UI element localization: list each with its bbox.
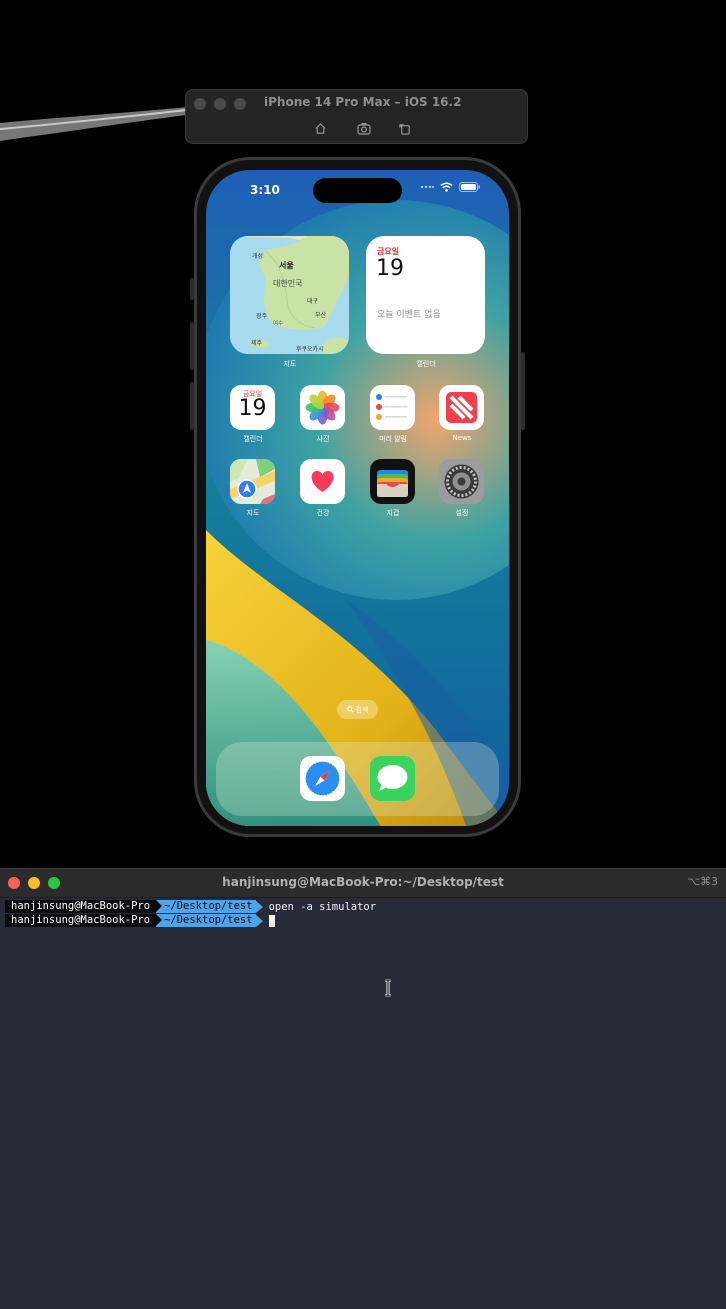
map-place-label: 부산: [315, 312, 327, 319]
search-icon: [346, 706, 354, 713]
terminal-title-bar: hanjinsung@MacBook-Pro:~/Desktop/test ⌥⌘…: [0, 869, 726, 898]
calendar-app-date: 19: [238, 396, 267, 421]
battery-icon: [459, 182, 480, 192]
app-label: 건강: [316, 509, 330, 517]
news-app-icon[interactable]: [439, 385, 484, 430]
map-place-label: 제주: [251, 340, 263, 347]
map-place-label: 개성: [252, 253, 264, 260]
dock: [216, 742, 499, 816]
wifi-icon: [440, 182, 453, 192]
window-shortcut: ⌥⌘3: [687, 875, 718, 888]
power-button: [521, 352, 525, 430]
simulator-title: iPhone 14 Pro Max – iOS 16.2: [264, 95, 462, 109]
status-time: 3:10: [250, 183, 280, 197]
calendar-widget-label: 캘린더: [416, 360, 436, 368]
terminal-command: open -a simulator: [268, 900, 377, 913]
map-place-label: 대한민국: [273, 279, 303, 288]
messages-app-icon[interactable]: [370, 756, 415, 801]
terminal-window[interactable]: hanjinsung@MacBook-Pro:~/Desktop/test ⌥⌘…: [0, 868, 726, 1309]
terminal-line: hanjinsung@MacBook-Pro ~/Desktop/test: [5, 914, 275, 927]
search-label: 검색: [355, 705, 369, 714]
prompt-arrow: [255, 914, 263, 927]
health-app-icon[interactable]: [300, 459, 345, 504]
prompt-arrow: [255, 900, 263, 913]
close-button[interactable]: [194, 98, 206, 110]
prompt-path: ~/Desktop/test: [156, 900, 256, 913]
home-search-button[interactable]: 검색: [337, 700, 378, 719]
map-place-label: 서울: [279, 261, 294, 270]
calendar-app-icon[interactable]: 금요일 19: [230, 385, 275, 430]
prompt-path-text: ~/Desktop/test: [164, 914, 253, 926]
prompt-user: hanjinsung@MacBook-Pro: [5, 900, 157, 913]
map-image: [230, 236, 349, 354]
app-label: 지도: [246, 509, 260, 517]
safari-app-icon[interactable]: [300, 756, 345, 801]
action-button: [190, 278, 194, 300]
signal-icon: [420, 185, 434, 189]
zoom-button[interactable]: [234, 98, 246, 110]
map-place-label: 대구: [307, 298, 319, 305]
status-icons: [420, 182, 481, 192]
calendar-widget-date: 19: [376, 256, 404, 281]
map-widget-label: 지도: [283, 360, 297, 368]
app-label: News: [452, 434, 472, 442]
terminal-cursor[interactable]: [268, 914, 275, 927]
maps-app-icon[interactable]: [230, 459, 275, 504]
simulator-title-bar: iPhone 14 Pro Max – iOS 16.2: [185, 89, 528, 144]
prompt-path: ~/Desktop/test: [156, 914, 256, 927]
terminal-line: hanjinsung@MacBook-Pro ~/Desktop/test op…: [5, 900, 376, 913]
map-place-label: 광주: [256, 313, 268, 320]
map-place-label: 여수: [273, 321, 284, 327]
app-label: 캘린더: [243, 435, 263, 443]
photos-app-icon[interactable]: [300, 385, 345, 430]
map-place-label: 후쿠오카시: [296, 346, 324, 353]
wallet-app-icon[interactable]: [370, 459, 415, 504]
prompt-user: hanjinsung@MacBook-Pro: [5, 914, 157, 927]
minimize-button[interactable]: [214, 98, 226, 110]
map-widget[interactable]: 개성 서울 대한민국 대구 광주 부산 여수 제주 후쿠오카시: [230, 236, 349, 354]
text-cursor-icon: [385, 979, 391, 997]
volume-up-button: [190, 322, 194, 370]
rotate-icon[interactable]: [395, 119, 413, 137]
reminders-app-icon[interactable]: [370, 385, 415, 430]
terminal-title: hanjinsung@MacBook-Pro:~/Desktop/test: [222, 875, 504, 889]
settings-app-icon[interactable]: [439, 459, 484, 504]
app-label: 설정: [455, 509, 469, 517]
app-label: 지갑: [386, 509, 400, 517]
home-icon[interactable]: [311, 119, 329, 137]
app-label: 사진: [316, 435, 330, 443]
calendar-widget-no-events: 오늘 이벤트 없음: [377, 310, 441, 320]
calendar-widget[interactable]: 금요일 19 오늘 이벤트 없음: [366, 236, 485, 354]
dynamic-island: [313, 178, 402, 203]
screenshot-icon[interactable]: [355, 119, 373, 137]
iphone-screen: 3:10 개성 서울 대한민국 대구 광주 부산 여수 제주 후쿠오카시 지도 …: [206, 170, 509, 826]
prompt-path-text: ~/Desktop/test: [164, 900, 253, 912]
app-label: 미리 알림: [379, 435, 407, 443]
volume-down-button: [190, 382, 194, 430]
